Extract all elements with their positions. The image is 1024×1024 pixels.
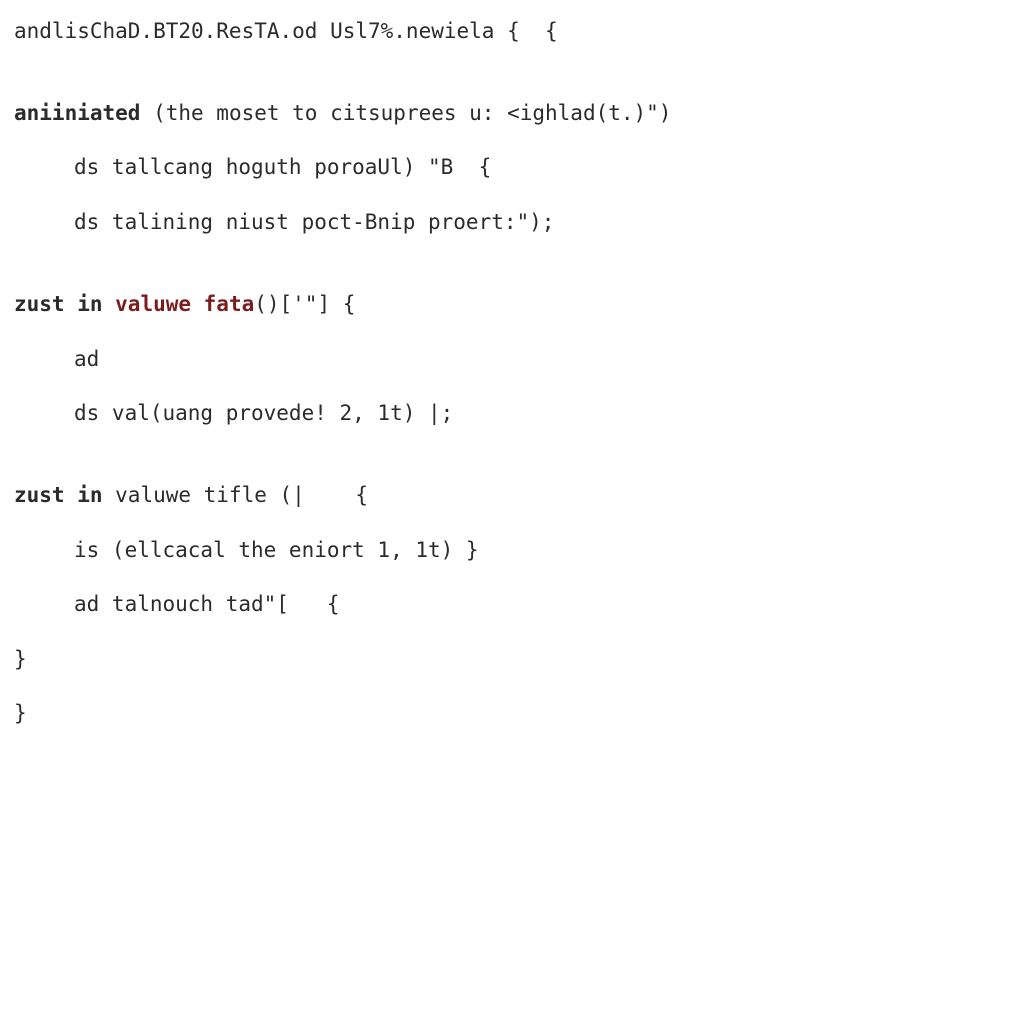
code-line: ad bbox=[14, 346, 1010, 373]
code-line: } bbox=[14, 700, 1010, 727]
code-line: is (ellcacal the eniort 1, 1t) } bbox=[14, 537, 1010, 564]
code-text: ds val(uang provede! 2, 1t) |; bbox=[74, 401, 453, 425]
function-name: valuwe fata bbox=[103, 292, 255, 316]
code-text: (| { bbox=[280, 483, 369, 507]
code-text: (the moset to citsuprees u: <ighlad(t.)"… bbox=[140, 101, 671, 125]
code-text: is (ellcacal the eniort 1, 1t) } bbox=[74, 538, 479, 562]
code-text: ds tallcang hoguth poroaUl) "B { bbox=[74, 155, 491, 179]
keyword: zust in bbox=[14, 483, 103, 507]
code-line: ds talining niust poct-Bnip proert:"); bbox=[14, 209, 1010, 236]
code-line: zust in valuwe tifle (| { bbox=[14, 482, 1010, 509]
code-line: zust in valuwe fata()['"] { bbox=[14, 291, 1010, 318]
code-text: ad bbox=[74, 347, 99, 371]
code-line: andlisChaD.BT20.ResTA.od Usl7%.newiela {… bbox=[14, 18, 1010, 45]
code-text: } bbox=[14, 701, 27, 725]
code-line: ad talnouch tad"[ { bbox=[14, 591, 1010, 618]
code-line: aniiniated (the moset to citsuprees u: <… bbox=[14, 100, 1010, 127]
code-line: } bbox=[14, 646, 1010, 673]
code-text: ds talining niust poct-Bnip proert:"); bbox=[74, 210, 554, 234]
code-text: ad talnouch tad"[ { bbox=[74, 592, 340, 616]
code-text: valuwe tifle bbox=[103, 483, 280, 507]
keyword: zust in bbox=[14, 292, 103, 316]
code-text: } bbox=[14, 647, 27, 671]
code-line: ds tallcang hoguth poroaUl) "B { bbox=[14, 154, 1010, 181]
code-block: andlisChaD.BT20.ResTA.od Usl7%.newiela {… bbox=[14, 18, 1010, 755]
code-text: ()['"] { bbox=[254, 292, 355, 316]
keyword: aniiniated bbox=[14, 101, 140, 125]
code-text: andlisChaD.BT20.ResTA.od Usl7%.newiela {… bbox=[14, 19, 558, 43]
code-line: ds val(uang provede! 2, 1t) |; bbox=[14, 400, 1010, 427]
